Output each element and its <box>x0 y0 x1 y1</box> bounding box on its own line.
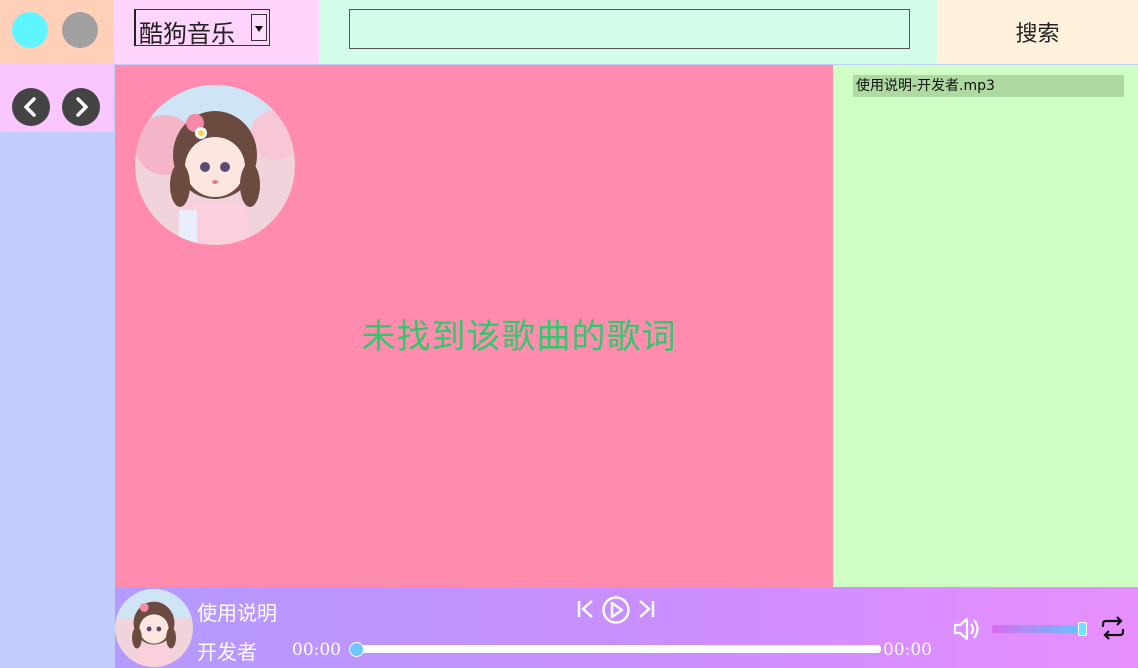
chevron-left-icon <box>24 97 36 117</box>
back-button[interactable] <box>12 88 50 126</box>
search-button[interactable]: 搜索 <box>937 0 1138 64</box>
sidebar <box>0 132 114 668</box>
dropdown-arrow-icon[interactable] <box>251 14 267 41</box>
progress-handle[interactable] <box>349 642 364 657</box>
volume-icon[interactable] <box>951 615 981 643</box>
window-controls <box>0 0 114 64</box>
search-area <box>319 0 937 64</box>
skip-next-icon[interactable] <box>635 597 657 621</box>
search-input[interactable] <box>349 9 910 49</box>
music-source-select[interactable]: 酷狗音乐 <box>134 9 270 48</box>
source-select-area: 酷狗音乐 <box>114 0 319 64</box>
play-icon[interactable] <box>601 595 631 625</box>
skip-previous-icon[interactable] <box>575 597 597 621</box>
chevron-right-icon <box>76 97 88 117</box>
repeat-icon[interactable] <box>1099 615 1127 641</box>
mini-album-cover <box>115 589 193 667</box>
forward-button[interactable] <box>62 88 100 126</box>
volume-handle[interactable] <box>1078 622 1087 636</box>
album-cover <box>135 85 295 245</box>
progress-slider[interactable] <box>349 642 881 657</box>
playlist-panel: 使用说明-开发者.mp3 <box>833 65 1138 587</box>
volume-slider[interactable] <box>992 625 1085 633</box>
playlist-item[interactable]: 使用说明-开发者.mp3 <box>853 75 1124 97</box>
current-time: 00:00 <box>292 640 341 660</box>
navigation-area <box>0 64 114 132</box>
total-time: 00:00 <box>883 640 932 660</box>
music-source-value: 酷狗音乐 <box>139 20 235 48</box>
player-bar: 使用说明 开发者 00:00 00:00 <box>115 587 1138 668</box>
lyrics-message: 未找到该歌曲的歌词 <box>361 317 677 357</box>
minimize-window-button[interactable] <box>62 12 98 48</box>
lyrics-panel: 未找到该歌曲的歌词 <box>115 65 833 587</box>
close-window-button[interactable] <box>12 12 48 48</box>
song-artist: 开发者 <box>197 640 257 664</box>
song-title: 使用说明 <box>197 601 277 625</box>
